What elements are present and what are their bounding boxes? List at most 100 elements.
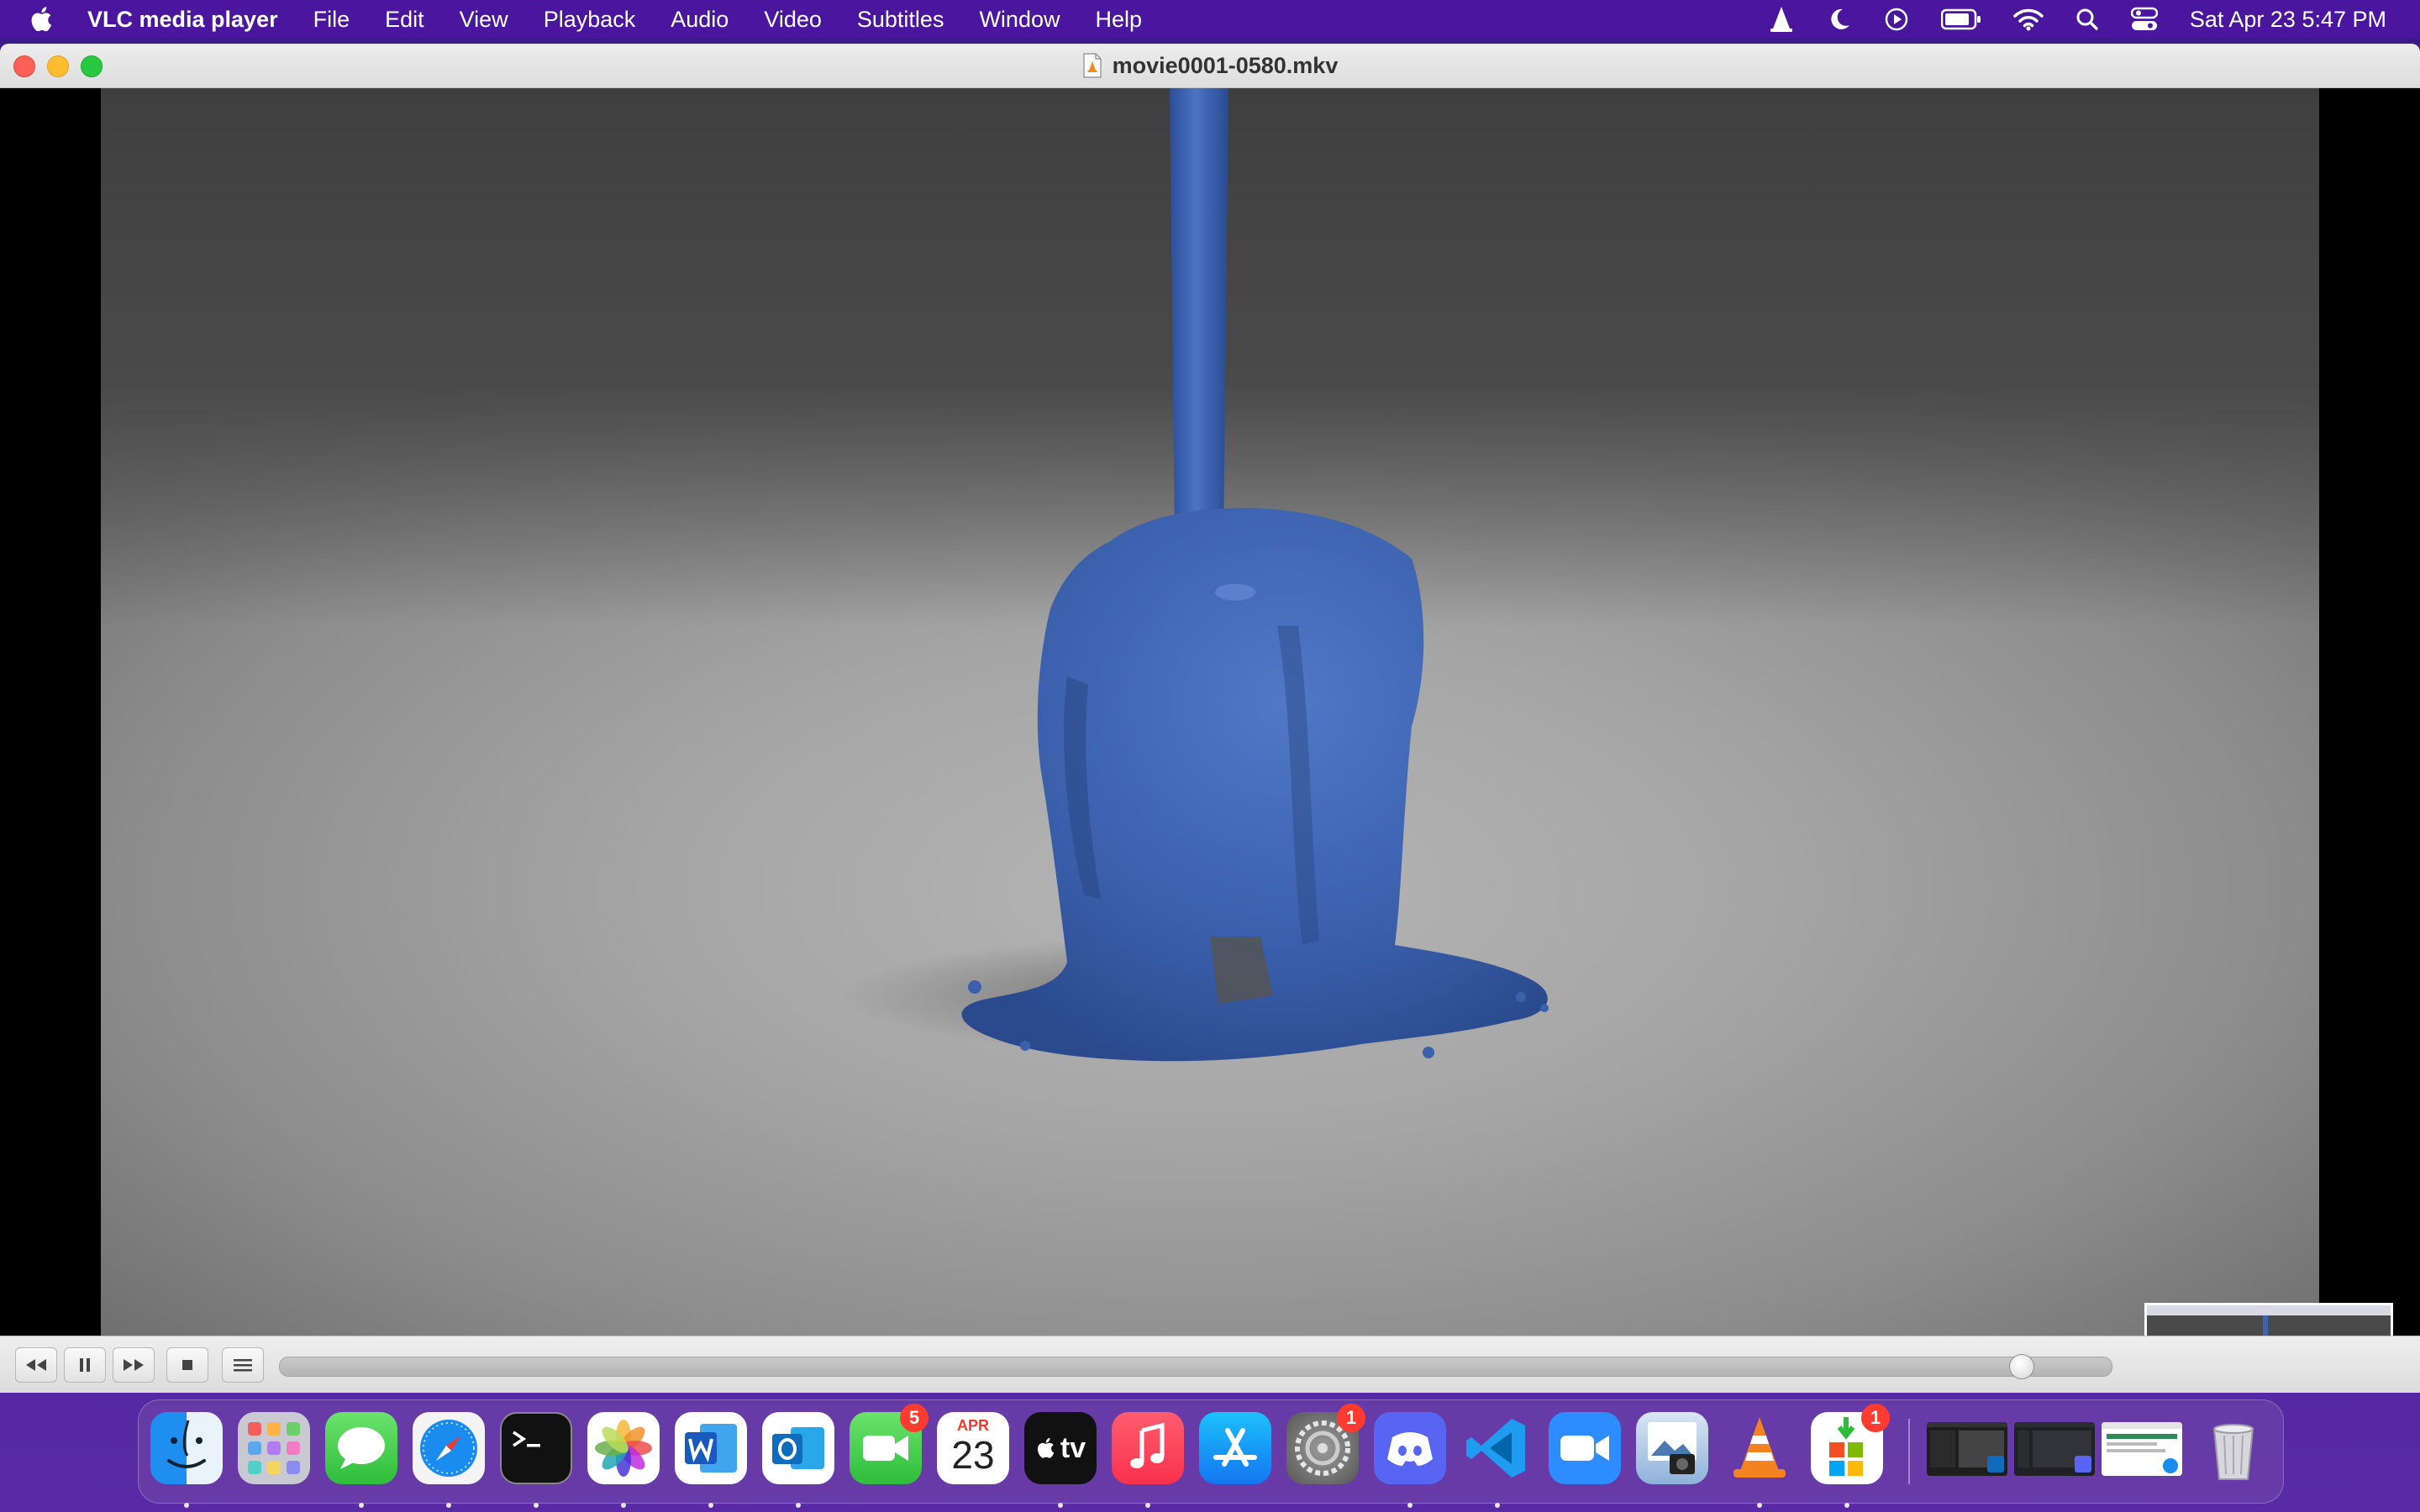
wifi-icon[interactable] xyxy=(2013,8,2044,31)
dock-calendar[interactable]: APR 23 xyxy=(937,1412,1009,1484)
moon-icon[interactable] xyxy=(1827,7,1852,32)
seek-knob[interactable] xyxy=(2009,1354,2034,1379)
dock-safari[interactable] xyxy=(413,1412,485,1508)
dock-messages[interactable] xyxy=(325,1412,397,1508)
dock-word[interactable] xyxy=(675,1412,747,1508)
dock-separator xyxy=(1908,1419,1910,1484)
dock-zoom[interactable] xyxy=(1549,1412,1621,1484)
menu-video[interactable]: Video xyxy=(764,7,822,33)
droplet xyxy=(968,980,981,994)
playlist-icon xyxy=(234,1359,252,1372)
battery-icon[interactable] xyxy=(1940,8,1981,30)
video-frame[interactable] xyxy=(101,88,2319,1379)
launchpad-icon xyxy=(248,1422,300,1474)
music-icon xyxy=(1130,1422,1165,1468)
control-center-icon[interactable] xyxy=(2130,7,2158,32)
menu-playback[interactable]: Playback xyxy=(544,7,636,33)
dock-music[interactable] xyxy=(1112,1412,1184,1508)
menu-view[interactable]: View xyxy=(460,7,508,33)
dock-preview[interactable] xyxy=(1636,1412,1708,1484)
menu-clock[interactable]: Sat Apr 23 5:47 PM xyxy=(2190,7,2386,33)
dock: 5 APR 23 tv 1 1 xyxy=(138,1399,2284,1508)
dock-facetime[interactable]: 5 xyxy=(850,1404,929,1484)
minimized-window-safari[interactable] xyxy=(2102,1422,2182,1476)
pause-icon xyxy=(80,1358,90,1372)
play-circle-icon[interactable] xyxy=(1884,7,1909,32)
vlc-icon xyxy=(1733,1417,1786,1478)
running-indicator xyxy=(1844,1503,1849,1508)
rewind-button[interactable] xyxy=(15,1347,57,1383)
menu-file[interactable]: File xyxy=(313,7,350,33)
droplet xyxy=(1020,1041,1030,1051)
calendar-month: APR xyxy=(956,1417,989,1434)
menu-help[interactable]: Help xyxy=(1095,7,1142,33)
video-output[interactable] xyxy=(0,88,2420,1393)
app-store-icon xyxy=(1213,1428,1257,1467)
dock-photos[interactable] xyxy=(587,1412,660,1508)
dock-terminal[interactable] xyxy=(500,1412,572,1508)
trash-icon xyxy=(2212,1424,2254,1480)
messages-icon xyxy=(338,1427,385,1469)
droplet xyxy=(1423,1047,1434,1058)
apple-logo-icon xyxy=(1037,1437,1055,1458)
window-title-group: movie0001-0580.mkv xyxy=(0,44,2420,87)
finder-icon xyxy=(167,1420,206,1468)
liquid-scene xyxy=(840,88,1549,1062)
playlist-button[interactable] xyxy=(222,1347,264,1383)
running-indicator xyxy=(708,1503,713,1508)
running-indicator xyxy=(1407,1503,1413,1508)
notification-badge: 5 xyxy=(900,1404,929,1432)
calendar-day: 23 xyxy=(951,1433,995,1477)
liquid-stream xyxy=(1170,88,1228,542)
running-indicator xyxy=(1145,1503,1150,1508)
tv-icon: tv xyxy=(1024,1412,1097,1484)
running-indicator xyxy=(796,1503,801,1508)
stop-button[interactable] xyxy=(166,1347,208,1383)
dock-discord[interactable] xyxy=(1374,1412,1446,1508)
video-file-icon xyxy=(1083,53,1102,78)
dock-system-preferences[interactable]: 1 xyxy=(1286,1404,1365,1484)
menu-edit[interactable]: Edit xyxy=(385,7,424,33)
running-indicator xyxy=(446,1503,451,1508)
notification-badge: 1 xyxy=(1337,1404,1365,1432)
vlc-window: movie0001-0580.mkv xyxy=(0,44,2420,1393)
window-title: movie0001-0580.mkv xyxy=(1112,52,1339,78)
menu-subtitles[interactable]: Subtitles xyxy=(857,7,944,33)
apple-menu-icon[interactable] xyxy=(29,5,57,34)
droplet xyxy=(1516,992,1526,1002)
dock-app-store[interactable] xyxy=(1199,1412,1271,1484)
dock-apple-tv[interactable]: tv xyxy=(1024,1412,1097,1508)
outlook-icon xyxy=(772,1427,824,1469)
dock-vlc[interactable] xyxy=(1723,1412,1796,1508)
menu-audio[interactable]: Audio xyxy=(671,7,729,33)
dock-launchpad[interactable] xyxy=(238,1412,310,1484)
terminal-icon xyxy=(513,1431,540,1447)
dock-finder[interactable] xyxy=(150,1412,223,1508)
dock-outlook[interactable] xyxy=(762,1412,834,1508)
playback-controls xyxy=(0,1336,2420,1393)
photos-icon xyxy=(595,1420,652,1477)
calendar-icon: APR 23 xyxy=(937,1412,1009,1484)
dock-trash[interactable] xyxy=(2197,1412,2270,1484)
minimized-window-discord[interactable] xyxy=(2014,1422,2095,1476)
running-indicator xyxy=(621,1503,626,1508)
menu-bar: VLC media player File Edit View Playback… xyxy=(0,0,2420,39)
dock-ms-autoupdate[interactable]: 1 xyxy=(1811,1404,1890,1508)
fast-forward-icon xyxy=(124,1359,144,1371)
pause-button[interactable] xyxy=(64,1347,106,1383)
title-bar[interactable]: movie0001-0580.mkv xyxy=(0,44,2420,88)
vscode-icon xyxy=(1466,1419,1525,1478)
vlc-cone-icon[interactable] xyxy=(1768,5,1795,34)
app-menu[interactable]: VLC media player xyxy=(87,7,278,33)
search-icon[interactable] xyxy=(2075,8,2099,31)
seek-bar[interactable] xyxy=(279,1354,2112,1379)
droplet xyxy=(1540,1004,1549,1012)
minimized-window-preview xyxy=(2014,1422,2095,1473)
dock-vscode[interactable] xyxy=(1461,1412,1534,1508)
fast-forward-button[interactable] xyxy=(113,1347,155,1383)
rewind-icon xyxy=(26,1359,46,1371)
minimized-window-outlook[interactable] xyxy=(1927,1422,2007,1476)
tv-label: tv xyxy=(1060,1431,1086,1464)
running-indicator xyxy=(534,1503,539,1508)
menu-window[interactable]: Window xyxy=(979,7,1060,33)
